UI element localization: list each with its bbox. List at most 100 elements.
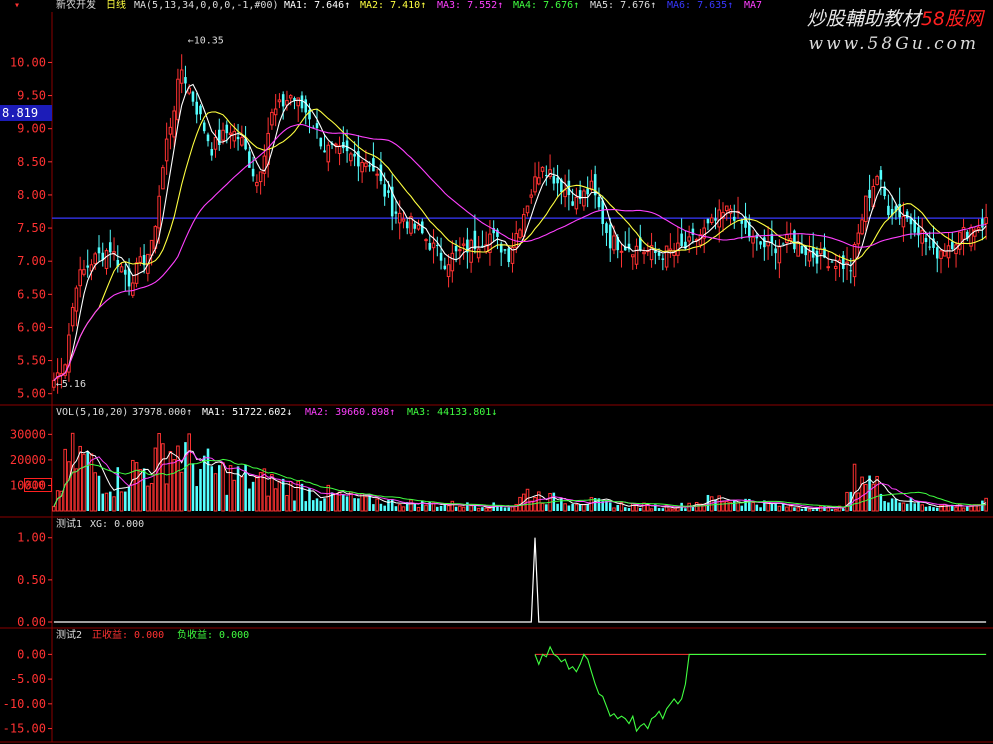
volume-bar-down [684, 508, 687, 511]
volume-bar-up [146, 485, 150, 512]
candle-body-up [785, 233, 789, 244]
volume-bar-up [255, 475, 259, 512]
candle-body-down [225, 124, 229, 134]
candle-body-down [436, 245, 439, 247]
candle-body-up [833, 265, 838, 269]
candle-body-down [868, 189, 871, 199]
volume-bar-up [920, 504, 924, 512]
volume-bar-up [153, 447, 158, 512]
candle-body-up [164, 138, 169, 162]
candle-body-down [935, 247, 939, 259]
candle-body-down [605, 223, 608, 234]
volume-bar-up [458, 505, 462, 512]
volume-bar-up [864, 483, 868, 512]
volume-bar-down [571, 503, 574, 511]
candle-body-down [206, 134, 210, 142]
volume-bar-up [563, 503, 567, 512]
candle-body-up [161, 167, 165, 190]
volume-bar-down [759, 507, 762, 511]
candle-body-down [345, 140, 349, 152]
ind2-name[interactable]: 测试2 [56, 630, 82, 642]
volume-bar-up [488, 507, 492, 512]
menu-arrow-icon[interactable]: ▾ [14, 0, 20, 12]
candle-body-down [928, 246, 932, 248]
volume-bar-up [649, 508, 654, 512]
candle-body-down [304, 99, 308, 113]
candle-body-up [533, 176, 537, 193]
candle-body-up [221, 129, 225, 141]
volume-bar-up [375, 498, 379, 512]
candle-body-up [131, 282, 135, 296]
volume-bar-down [390, 498, 394, 511]
candle-body-up [93, 253, 98, 264]
candle-body-up [582, 190, 586, 207]
volume-bar-up [221, 462, 225, 512]
volume-bars-group [52, 432, 988, 512]
volume-bar-up [78, 445, 82, 512]
volume-bar-down [345, 496, 349, 511]
volume-bar-down [86, 451, 89, 511]
candle-body-down [556, 177, 559, 184]
volume-bar-down [293, 500, 296, 511]
candle-body-up [168, 126, 173, 135]
ma2-value: MA2: 7.410↑ [360, 0, 427, 11]
candle-body-down [97, 247, 101, 254]
volume-bar-up [818, 505, 823, 512]
volume-bar-down [353, 498, 356, 511]
candle-body-up [619, 250, 624, 253]
volume-bar-up [431, 502, 436, 512]
candle-body-up [537, 177, 541, 185]
candle-body-down [315, 123, 319, 128]
volume-bar-up [736, 502, 740, 512]
y-tick-label: 20000 [10, 453, 46, 467]
volume-bar-up [401, 506, 406, 512]
candle-body-down [251, 168, 255, 177]
candle-body-up [228, 132, 233, 136]
candle-body-up [273, 108, 278, 116]
ma34-line [53, 123, 987, 381]
y-tick-label: 10.00 [10, 55, 46, 69]
volume-bar-down [184, 442, 187, 511]
volume-bar-up [149, 482, 154, 512]
volume-bar-up [416, 506, 421, 512]
candle-body-up [149, 239, 154, 256]
candle-body-down [507, 248, 511, 262]
volume-bar-up [856, 492, 861, 512]
candle-body-up [518, 229, 522, 239]
watermark-title: 炒股輔助教材58股网 [807, 4, 983, 31]
volume-bar-up [74, 468, 79, 512]
candle-body-up [424, 239, 428, 242]
period-label[interactable]: 日线 [106, 0, 126, 12]
candle-body-down [879, 170, 883, 180]
y-tick-label: 0.00 [17, 615, 46, 629]
vol-params: VOL(5,10,20) [56, 407, 129, 418]
candle-body-up [574, 196, 579, 210]
ind1-name[interactable]: 测试1 [56, 519, 82, 531]
volume-bar-down [248, 488, 251, 511]
y-tick-label: 7.50 [17, 221, 46, 235]
candle-body-up [431, 242, 436, 249]
volume-bar-down [830, 509, 834, 511]
volume-bar-up [785, 506, 789, 512]
volume-bar-down [210, 466, 214, 511]
candle-body-up [157, 195, 161, 229]
volume-bar-up [668, 508, 673, 512]
candle-body-down [661, 258, 665, 260]
volume-bar-up [397, 504, 402, 512]
candle-body-down [503, 249, 507, 251]
volume-bar-down [924, 506, 928, 511]
candle-body-down [763, 237, 766, 248]
volume-bar-down [657, 508, 661, 511]
volume-bar-up [285, 494, 289, 512]
candle-body-up [818, 248, 823, 255]
volume-bar-up [89, 453, 94, 512]
candle-body-down [405, 221, 409, 229]
y-tick-label: 1.00 [17, 531, 46, 545]
volume-bar-up [751, 501, 755, 512]
candle-body-down [586, 188, 589, 195]
volume-unit-box[interactable]: X10 [24, 478, 52, 492]
candle-body-up [176, 78, 180, 121]
volume-bar-up [525, 488, 530, 512]
volume-bar-down [394, 506, 398, 511]
candle-body-up [179, 69, 184, 84]
